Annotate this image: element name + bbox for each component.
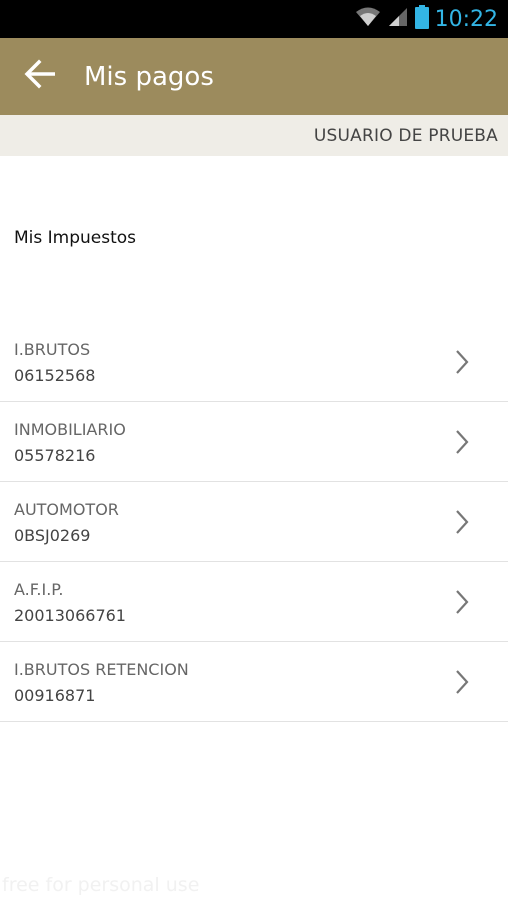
tax-id: 06152568 (14, 366, 96, 385)
signal-icon (387, 6, 409, 33)
section-title: Mis Impuestos (14, 228, 137, 248)
battery-icon (414, 4, 429, 34)
page-title: Mis pagos (84, 61, 214, 92)
tax-name: AUTOMOTOR (14, 500, 119, 519)
chevron-right-icon (454, 349, 470, 375)
wifi-icon (355, 6, 381, 33)
tax-item-automotor[interactable]: AUTOMOTOR 0BSJ0269 (0, 482, 508, 562)
tax-name: I.BRUTOS (14, 340, 91, 359)
tax-name: I.BRUTOS RETENCION (14, 660, 189, 679)
tax-item-ibrutos[interactable]: I.BRUTOS 06152568 (0, 322, 508, 402)
tax-list: I.BRUTOS 06152568 INMOBILIARIO 05578216 … (0, 322, 508, 722)
tax-item-afip[interactable]: A.F.I.P. 20013066761 (0, 562, 508, 642)
tax-id: 20013066761 (14, 606, 126, 625)
arrow-left-icon (23, 59, 57, 94)
tax-id: 00916871 (14, 686, 96, 705)
watermark: free for personal use (2, 874, 200, 896)
tax-id: 0BSJ0269 (14, 526, 91, 545)
tax-id: 05578216 (14, 446, 96, 465)
chevron-right-icon (454, 509, 470, 535)
status-time: 10:22 (434, 6, 498, 32)
tax-name: A.F.I.P. (14, 580, 64, 599)
tax-item-ibrutos-retencion[interactable]: I.BRUTOS RETENCION 00916871 (0, 642, 508, 722)
user-name: USUARIO DE PRUEBA (313, 125, 498, 146)
status-icons: 10:22 (355, 0, 498, 38)
status-bar: 10:22 (0, 0, 508, 38)
chevron-right-icon (454, 669, 470, 695)
user-bar: USUARIO DE PRUEBA (0, 115, 508, 156)
chevron-right-icon (454, 589, 470, 615)
back-button[interactable] (20, 57, 60, 97)
tax-name: INMOBILIARIO (14, 420, 126, 439)
app-bar: Mis pagos (0, 38, 508, 115)
chevron-right-icon (454, 429, 470, 455)
tax-item-inmobiliario[interactable]: INMOBILIARIO 05578216 (0, 402, 508, 482)
